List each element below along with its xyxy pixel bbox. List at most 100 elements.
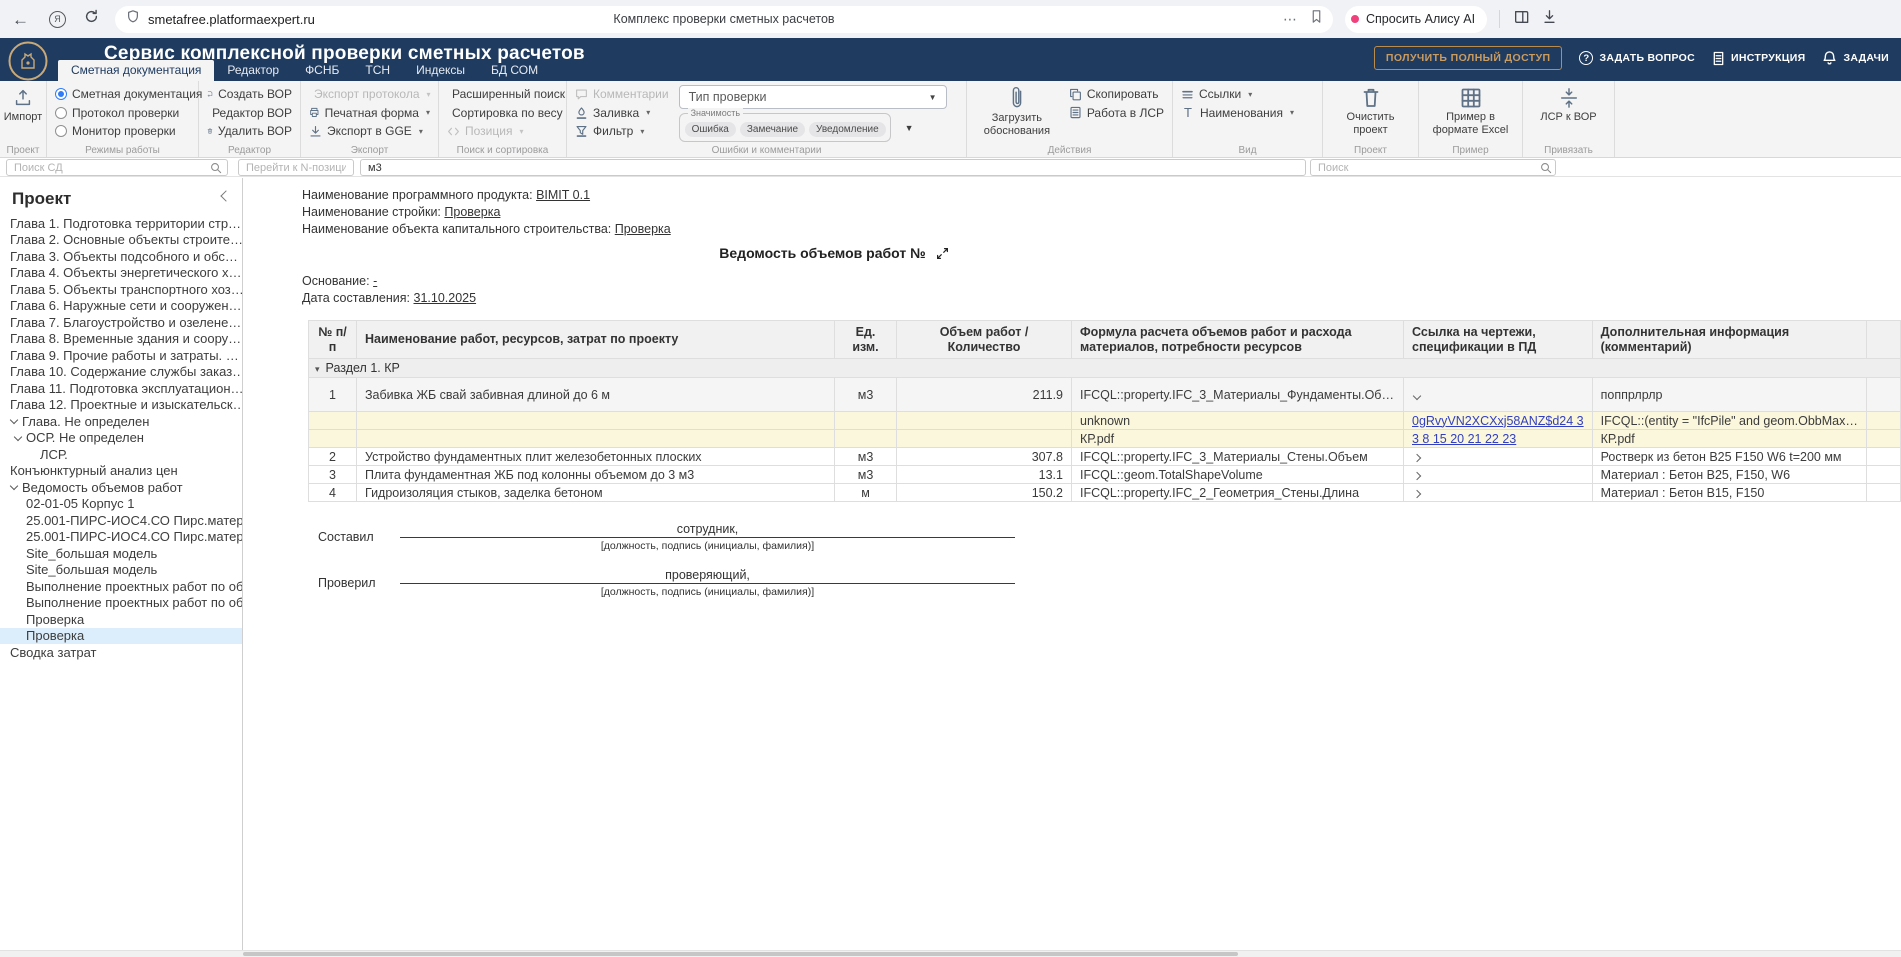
- lsr-to-vor-button[interactable]: ЛСР к ВОР: [1531, 85, 1606, 124]
- tree-item[interactable]: ЛСР.: [0, 446, 242, 463]
- names-button[interactable]: T Наименования▾: [1181, 104, 1314, 123]
- print-form-button[interactable]: Печатная форма▾: [309, 104, 430, 123]
- address-bar[interactable]: smetafree.platformaexpert.ru Комплекс пр…: [115, 6, 1333, 33]
- instruction-button[interactable]: ИНСТРУКЦИЯ: [1712, 51, 1805, 66]
- import-button[interactable]: Импорт: [8, 85, 38, 124]
- tree-item[interactable]: Выполнение проектных работ по объект…: [0, 595, 242, 612]
- drawing-link[interactable]: 0gRvyVN2XCXxj58ANZ$d24 3: [1412, 414, 1584, 428]
- ask-question-button[interactable]: ? ЗАДАТЬ ВОПРОС: [1579, 51, 1695, 65]
- filter-button[interactable]: Фильтр▾: [575, 122, 669, 141]
- tree-item[interactable]: 25.001-ПИРС-ИОС4.СО Пирс.материалы в…: [0, 529, 242, 546]
- copy-button[interactable]: Скопировать: [1069, 85, 1164, 104]
- excel-example-button[interactable]: Пример в формате Excel: [1427, 85, 1514, 137]
- object-name-link[interactable]: Проверка: [615, 222, 671, 236]
- expand-links-cell[interactable]: [1404, 378, 1593, 412]
- tree-item[interactable]: Глава 11. Подготовка эксплуатацион…: [0, 380, 242, 397]
- tree-item[interactable]: Site_большая модель: [0, 562, 242, 579]
- scrollbar-thumb[interactable]: [243, 952, 1238, 956]
- chevron-down-icon[interactable]: [8, 480, 22, 494]
- tree-item[interactable]: Глава 8. Временные здания и соору…: [0, 331, 242, 348]
- made-by-value[interactable]: сотрудник,: [400, 522, 1015, 538]
- sheet-links[interactable]: 3 8 15 20 21 22 23: [1412, 432, 1516, 446]
- tree-item[interactable]: Глава 5. Объекты транспортного хоз…: [0, 281, 242, 298]
- pill-error[interactable]: Ошибка: [685, 122, 736, 137]
- sd-search-input[interactable]: [6, 159, 228, 176]
- chevron-down-icon[interactable]: [12, 431, 26, 445]
- expand-links-cell[interactable]: [1404, 484, 1593, 502]
- date-link[interactable]: 31.10.2025: [414, 291, 477, 305]
- basis-link[interactable]: -: [373, 274, 377, 288]
- table-row[interactable]: 4 Гидроизоляция стыков, заделка бетоном …: [309, 484, 1901, 502]
- tab-indeksy[interactable]: Индексы: [403, 60, 478, 81]
- tree-item[interactable]: Глава 2. Основные объекты строите…: [0, 232, 242, 249]
- export-gge-button[interactable]: Экспорт в GGE▾: [309, 122, 430, 141]
- tree-item[interactable]: Глава 9. Прочие работы и затраты. …: [0, 347, 242, 364]
- tab-redaktor[interactable]: Редактор: [214, 60, 292, 81]
- editor-vor-button[interactable]: Редактор ВОР: [207, 104, 292, 123]
- tree-item[interactable]: Глава. Не определен: [0, 413, 242, 430]
- table-row[interactable]: 3 Плита фундаментная ЖБ под колонны объе…: [309, 466, 1901, 484]
- pill-remark[interactable]: Замечание: [740, 122, 805, 137]
- protect-shield-icon[interactable]: [126, 9, 140, 29]
- delete-vor-button[interactable]: Удалить ВОР: [207, 122, 292, 141]
- check-type-select[interactable]: Тип проверки ▼: [679, 85, 947, 109]
- yandex-icon[interactable]: Я: [49, 11, 66, 28]
- tree-item[interactable]: Глава 4. Объекты энергетического х…: [0, 265, 242, 282]
- product-name-link[interactable]: BIMIT 0.1: [536, 188, 590, 202]
- clear-project-button[interactable]: Очистить проект: [1331, 85, 1410, 137]
- downloads-icon[interactable]: [1542, 9, 1557, 30]
- work-in-lsr-button[interactable]: Работа в ЛСР: [1069, 104, 1164, 123]
- tree-item[interactable]: Site_большая модель: [0, 545, 242, 562]
- back-icon[interactable]: ←: [12, 11, 29, 28]
- mode-monitor-proverki[interactable]: Монитор проверки: [55, 122, 190, 141]
- refresh-icon[interactable]: [84, 9, 99, 29]
- bookmark-icon[interactable]: [1310, 9, 1323, 29]
- chevron-down-icon[interactable]: [8, 414, 22, 428]
- search-icon[interactable]: [210, 161, 222, 179]
- checked-by-value[interactable]: проверяющий,: [400, 568, 1015, 584]
- tree-item[interactable]: Проверка: [0, 628, 242, 645]
- site-name-link[interactable]: Проверка: [444, 205, 500, 219]
- more-options-icon[interactable]: ⋯: [1283, 11, 1298, 28]
- section-row[interactable]: ▾Раздел 1. КР: [309, 359, 1901, 378]
- expand-icon[interactable]: [936, 247, 949, 260]
- sort-by-weight-button[interactable]: Сортировка по весу: [447, 104, 558, 123]
- advanced-search-button[interactable]: Расширенный поиск: [447, 85, 558, 104]
- tab-smetnaya-dokumentaciya[interactable]: Сметная документация: [58, 60, 214, 81]
- tree-item[interactable]: Глава 6. Наружные сети и сооружен…: [0, 298, 242, 315]
- tree-item[interactable]: ОСР. Не определен: [0, 430, 242, 447]
- table-subrow[interactable]: unknown 0gRvyVN2XCXxj58ANZ$d24 3 IFCQL::…: [309, 412, 1901, 430]
- links-button[interactable]: Ссылки▾: [1181, 85, 1314, 104]
- tree-item[interactable]: Глава 3. Объекты подсобного и обс…: [0, 248, 242, 265]
- goto-position-input[interactable]: [238, 159, 354, 176]
- fill-button[interactable]: Заливка▾: [575, 104, 669, 123]
- tab-bd-som[interactable]: БД СОМ: [478, 60, 551, 81]
- right-search-input[interactable]: [1310, 159, 1556, 176]
- tab-fsnb[interactable]: ФСНБ: [292, 60, 352, 81]
- tree-item[interactable]: 02-01-05 Корпус 1: [0, 496, 242, 513]
- tree-item[interactable]: Глава 10. Содержание службы заказ…: [0, 364, 242, 381]
- table-subrow[interactable]: КР.pdf 3 8 15 20 21 22 23 КР.pdf: [309, 430, 1901, 448]
- filter-text-input[interactable]: [360, 159, 1306, 176]
- upload-justifications-button[interactable]: Загрузить обоснования: [975, 85, 1059, 144]
- tree-item[interactable]: Ведомость объемов работ: [0, 479, 242, 496]
- tree-item[interactable]: Глава 7. Благоустройство и озелене…: [0, 314, 242, 331]
- expand-links-cell[interactable]: [1404, 448, 1593, 466]
- side-panel-icon[interactable]: [1513, 9, 1529, 30]
- mode-protokol-proverki[interactable]: Протокол проверки: [55, 104, 190, 123]
- tree-item[interactable]: Проверка: [0, 611, 242, 628]
- mode-smetnaya-dokumentaciya[interactable]: Сметная документация: [55, 85, 190, 104]
- table-row[interactable]: 2 Устройство фундаментных плит железобет…: [309, 448, 1901, 466]
- search-icon[interactable]: [1540, 161, 1552, 179]
- pill-notice[interactable]: Уведомление: [809, 122, 886, 137]
- tree-item[interactable]: Глава 12. Проектные и изыскательск…: [0, 397, 242, 414]
- tree-item[interactable]: Глава 1. Подготовка территории стр…: [0, 215, 242, 232]
- create-vor-button[interactable]: Создать ВОР: [207, 85, 292, 104]
- tree-item[interactable]: 25.001-ПИРС-ИОС4.СО Пирс.материалы в…: [0, 512, 242, 529]
- table-row[interactable]: 1 Забивка ЖБ свай забивная длиной до 6 м…: [309, 378, 1901, 412]
- tree-item[interactable]: Конъюнктурный анализ цен: [0, 463, 242, 480]
- ask-alice-button[interactable]: Спросить Алису AI: [1345, 6, 1487, 33]
- expand-links-cell[interactable]: [1404, 466, 1593, 484]
- tab-tsn[interactable]: ТСН: [352, 60, 403, 81]
- horizontal-scrollbar[interactable]: [0, 950, 1901, 957]
